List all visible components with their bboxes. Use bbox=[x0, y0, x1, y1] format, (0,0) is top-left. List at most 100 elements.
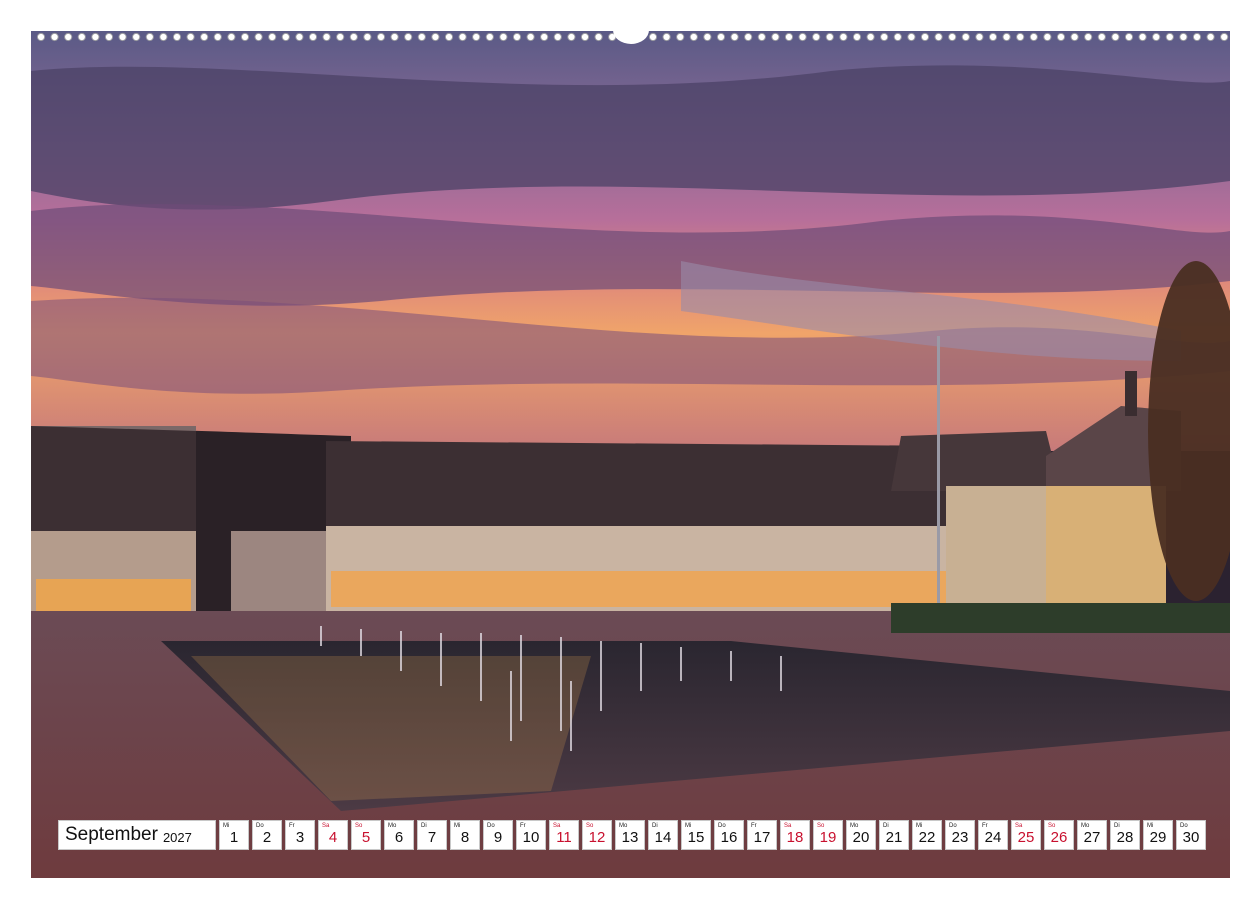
day-number: 21 bbox=[885, 829, 903, 846]
day-number: 12 bbox=[588, 829, 606, 846]
binding-ring bbox=[1097, 32, 1106, 42]
binding-ring bbox=[893, 32, 902, 42]
binding-ring bbox=[281, 32, 290, 42]
day-number: 19 bbox=[819, 829, 837, 846]
day-cell: Mi 15 bbox=[681, 820, 711, 850]
day-number: 15 bbox=[687, 829, 705, 846]
day-cell: Fr 3 bbox=[285, 820, 315, 850]
binding-ring bbox=[145, 32, 154, 42]
day-number: 11 bbox=[556, 829, 572, 846]
day-number: 17 bbox=[753, 829, 771, 846]
binding-ring bbox=[512, 32, 522, 42]
binding-ring bbox=[1043, 32, 1052, 42]
binding-ring bbox=[1124, 32, 1134, 42]
town-square-dusk-photo bbox=[31, 31, 1230, 878]
day-number: 29 bbox=[1149, 829, 1167, 846]
day-cell: Di 14 bbox=[648, 820, 678, 850]
day-number: 24 bbox=[984, 829, 1002, 846]
binding-ring bbox=[390, 32, 399, 42]
binding-ring bbox=[50, 32, 59, 42]
binding-ring bbox=[580, 32, 590, 42]
binding-ring bbox=[1220, 32, 1229, 42]
binding-ring bbox=[431, 32, 440, 42]
day-number: 6 bbox=[394, 829, 404, 846]
binding-ring bbox=[417, 32, 426, 42]
day-cell: So 26 bbox=[1044, 820, 1074, 850]
binding-ring bbox=[839, 32, 848, 42]
binding-ring bbox=[308, 32, 318, 42]
binding-ring bbox=[812, 32, 821, 42]
binding-ring bbox=[172, 32, 182, 42]
day-number: 2 bbox=[262, 829, 272, 846]
binding-ring bbox=[540, 32, 549, 42]
binding-ring bbox=[458, 32, 467, 42]
year-label: 2027 bbox=[162, 829, 192, 845]
binding-ring bbox=[485, 32, 494, 42]
binding-ring bbox=[594, 32, 603, 42]
binding-ring bbox=[1016, 32, 1025, 42]
binding-ring bbox=[757, 32, 766, 42]
day-number: 22 bbox=[918, 829, 936, 846]
binding-ring bbox=[648, 32, 658, 42]
day-cell: Sa 25 bbox=[1011, 820, 1041, 850]
day-number: 7 bbox=[427, 829, 437, 846]
month-name: September bbox=[65, 824, 158, 845]
day-number: 27 bbox=[1083, 829, 1101, 846]
day-cell: Sa 11 bbox=[549, 820, 579, 850]
binding-ring bbox=[1206, 32, 1215, 42]
day-number: 13 bbox=[621, 829, 639, 846]
day-cell: Mi 1 bbox=[219, 820, 249, 850]
day-number: 25 bbox=[1017, 829, 1035, 846]
binding-ring bbox=[1029, 32, 1038, 42]
binding-ring bbox=[472, 32, 481, 42]
binding-ring bbox=[295, 32, 304, 42]
binding-ring bbox=[784, 32, 794, 42]
binding-ring bbox=[322, 32, 331, 42]
binding-ring bbox=[934, 32, 943, 42]
binding-ring bbox=[907, 32, 916, 42]
binding-ring bbox=[526, 32, 535, 42]
binding-ring bbox=[240, 32, 250, 42]
day-cell: So 12 bbox=[582, 820, 612, 850]
binding-ring bbox=[268, 32, 277, 42]
binding-ring bbox=[186, 32, 195, 42]
day-number: 23 bbox=[951, 829, 969, 846]
binding-ring bbox=[336, 32, 345, 42]
binding-ring bbox=[64, 32, 73, 42]
binding-ring bbox=[227, 32, 236, 42]
day-cell: Mo 27 bbox=[1077, 820, 1107, 850]
day-cell: Di 7 bbox=[417, 820, 447, 850]
binding-ring bbox=[866, 32, 875, 42]
calendar-page: September 2027 Mi 1 Do 2 Fr 3 Sa 4 So 5 Mo 6 Di 7 Mi 8 D… bbox=[0, 0, 1260, 908]
binding-ring bbox=[567, 32, 576, 42]
binding-ring bbox=[1179, 32, 1188, 42]
day-number: 9 bbox=[493, 829, 503, 846]
binding-ring bbox=[716, 32, 726, 42]
binding-ring bbox=[744, 32, 753, 42]
day-cell: So 5 bbox=[351, 820, 381, 850]
day-cell: Mi 8 bbox=[450, 820, 480, 850]
day-number: 30 bbox=[1182, 829, 1200, 846]
binding-ring bbox=[1002, 32, 1011, 42]
day-number: 4 bbox=[328, 829, 338, 846]
binding-ring bbox=[1070, 32, 1079, 42]
day-number: 5 bbox=[361, 829, 371, 846]
binding-ring bbox=[689, 32, 698, 42]
binding-ring bbox=[852, 32, 862, 42]
day-number: 1 bbox=[229, 829, 239, 846]
day-number: 14 bbox=[654, 829, 672, 846]
day-number: 20 bbox=[852, 829, 870, 846]
binding-ring bbox=[36, 32, 46, 42]
day-number: 28 bbox=[1116, 829, 1134, 846]
binding-ring bbox=[662, 32, 671, 42]
binding-ring bbox=[975, 32, 984, 42]
binding-ring bbox=[1056, 32, 1066, 42]
day-number: 16 bbox=[720, 829, 738, 846]
day-cell: Do 16 bbox=[714, 820, 744, 850]
day-number: 3 bbox=[295, 829, 305, 846]
binding-ring bbox=[1165, 32, 1174, 42]
day-cell: Do 30 bbox=[1176, 820, 1206, 850]
binding-ring bbox=[91, 32, 100, 42]
binding-ring bbox=[376, 32, 386, 42]
day-cell: Fr 17 bbox=[747, 820, 777, 850]
